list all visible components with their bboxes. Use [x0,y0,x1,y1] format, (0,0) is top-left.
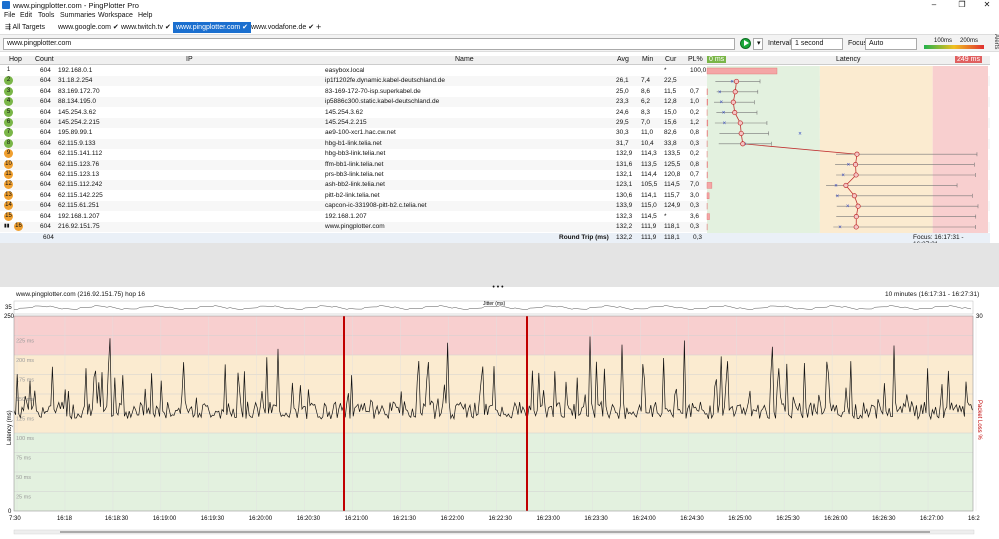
x-tick-label: 16:22:30 [489,516,513,522]
x-tick-label: 16:23:30 [584,516,608,522]
x-tick-label: 16:19:30 [201,516,225,522]
right-axis-top-label: 30 [976,314,983,320]
x-tick-label: 16:21:00 [345,516,369,522]
timeline-scrollbar-thumb [60,531,930,533]
x-tick-label: 16:26:30 [872,516,896,522]
x-tick-label: 16:20:00 [249,516,273,522]
x-tick-label: 16:24:30 [680,516,704,522]
y-tick-label: 200 ms [16,358,34,364]
x-tick-label: 16:20:30 [297,516,321,522]
y-tick-label: 75 ms [16,456,31,462]
x-tick-label: 16:23:00 [536,516,560,522]
x-tick-label: 16:26:00 [824,516,848,522]
x-tick-label: 16:2 [968,516,980,522]
x-tick-label: 16:27:00 [920,516,944,522]
x-tick-label: 16:25:30 [776,516,800,522]
x-tick-label: 16:19:00 [153,516,177,522]
x-tick-label: 7:30 [9,516,21,522]
y-tick-label: 125 ms [16,417,34,423]
y-tick-label: 175 ms [16,378,34,384]
y-tick-label: 100 ms [16,436,34,442]
x-tick-label: 16:18:30 [105,516,129,522]
timeline-graph[interactable]: 35Jitter (ms)225 ms200 ms175 ms150 ms125… [0,0,999,539]
y-tick-label: 25 ms [16,495,31,501]
x-tick-label: 16:24:00 [632,516,656,522]
x-tick-label: 16:18 [57,516,73,522]
right-axis-label: Packet Loss % [976,400,982,440]
y-tick-label: 225 ms [16,339,34,345]
x-tick-label: 16:25:00 [728,516,752,522]
y-axis-label: Latency (ms) [7,410,13,445]
y-min-label: 0 [8,509,12,515]
x-tick-label: 16:22:00 [441,516,465,522]
y-tick-label: 50 ms [16,475,31,481]
jitter-ymax-label: 35 [5,305,12,311]
y-max-label: 250 [4,314,15,320]
x-tick-label: 16:21:30 [393,516,417,522]
